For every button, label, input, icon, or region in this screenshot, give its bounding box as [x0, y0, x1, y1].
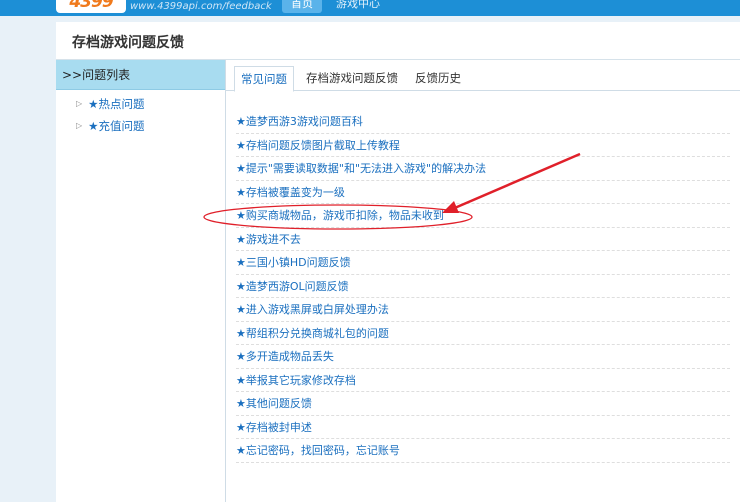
star-icon: ★	[236, 373, 246, 387]
faq-list: ★造梦西游3游戏问题百科 ★存档问题反馈图片截取上传教程 ★提示"需要读取数据"…	[236, 110, 730, 463]
faq-item[interactable]: ★提示"需要读取数据"和"无法进入游戏"的解决办法	[236, 157, 730, 181]
star-icon: ★	[236, 162, 246, 175]
faq-item[interactable]: ★造梦西游OL问题反馈	[236, 275, 730, 298]
top-bar: 4399 www.4399api.com/feedback 首页 游戏中心	[0, 0, 740, 16]
faq-item[interactable]: ★其他问题反馈	[236, 392, 730, 416]
star-icon: ★	[236, 350, 246, 363]
star-icon: ★	[236, 209, 246, 222]
faq-item[interactable]: ★存档问题反馈图片截取上传教程	[236, 134, 730, 157]
faq-item[interactable]: ★举报其它玩家修改存档	[236, 369, 730, 392]
faq-item[interactable]: ★造梦西游3游戏问题百科	[236, 110, 730, 134]
tab-bar: 常见问题 存档游戏问题反馈 反馈历史	[226, 60, 740, 92]
star-icon: ★	[236, 326, 246, 340]
nav-home-button[interactable]: 首页	[282, 0, 322, 13]
star-icon: ★	[236, 279, 246, 293]
nav-game-center-link[interactable]: 游戏中心	[336, 0, 380, 11]
faq-item[interactable]: ★进入游戏黑屏或白屏处理办法	[236, 298, 730, 322]
faq-item-highlighted[interactable]: ★购买商城物品，游戏币扣除，物品未收到	[236, 204, 730, 228]
caret-right-icon: ▷	[76, 99, 83, 108]
star-icon: ★	[88, 97, 99, 111]
star-icon: ★	[88, 119, 99, 133]
faq-item[interactable]: ★存档被覆盖变为一级	[236, 181, 730, 204]
tab-feedback-history[interactable]: 反馈历史	[410, 66, 466, 92]
star-icon: ★	[236, 256, 246, 269]
star-icon: ★	[236, 444, 246, 457]
star-icon: ★	[236, 185, 246, 199]
page-title: 存档游戏问题反馈	[72, 35, 184, 51]
sidebar-item-recharge-issues[interactable]: ▷ ★充值问题	[76, 118, 144, 134]
title-bar: 存档游戏问题反馈	[56, 22, 740, 60]
sidebar-heading: >>问题列表	[56, 60, 225, 90]
site-url: www.4399api.com/feedback	[130, 1, 272, 12]
star-icon: ★	[236, 303, 246, 316]
star-icon: ★	[236, 138, 246, 152]
faq-item[interactable]: ★游戏进不去	[236, 228, 730, 251]
sidebar-heading-label: 问题列表	[82, 68, 131, 82]
caret-right-icon: ▷	[76, 121, 83, 130]
site-logo[interactable]: 4399	[56, 0, 126, 13]
double-chevron-icon: >>	[62, 68, 83, 82]
star-icon: ★	[236, 397, 246, 410]
sidebar-item-hot-issues[interactable]: ▷ ★热点问题	[76, 96, 144, 112]
faq-item[interactable]: ★帮组积分兑换商城礼包的问题	[236, 322, 730, 345]
tab-faq[interactable]: 常见问题	[234, 66, 294, 92]
sidebar: >>问题列表 ▷ ★热点问题 ▷ ★充值问题	[56, 60, 226, 502]
star-icon: ★	[236, 115, 246, 128]
tab-save-game-feedback[interactable]: 存档游戏问题反馈	[302, 66, 402, 92]
faq-item[interactable]: ★多开造成物品丢失	[236, 345, 730, 369]
faq-item[interactable]: ★三国小镇HD问题反馈	[236, 251, 730, 275]
faq-item[interactable]: ★忘记密码，找回密码，忘记账号	[236, 439, 730, 463]
main-panel: 常见问题 存档游戏问题反馈 反馈历史 ★造梦西游3游戏问题百科 ★存档问题反馈图…	[226, 60, 740, 502]
sidebar-item-label: 热点问题	[98, 97, 145, 111]
sidebar-item-label: 充值问题	[98, 119, 145, 133]
faq-item[interactable]: ★存档被封申述	[236, 416, 730, 439]
star-icon: ★	[236, 232, 246, 246]
star-icon: ★	[236, 420, 246, 434]
